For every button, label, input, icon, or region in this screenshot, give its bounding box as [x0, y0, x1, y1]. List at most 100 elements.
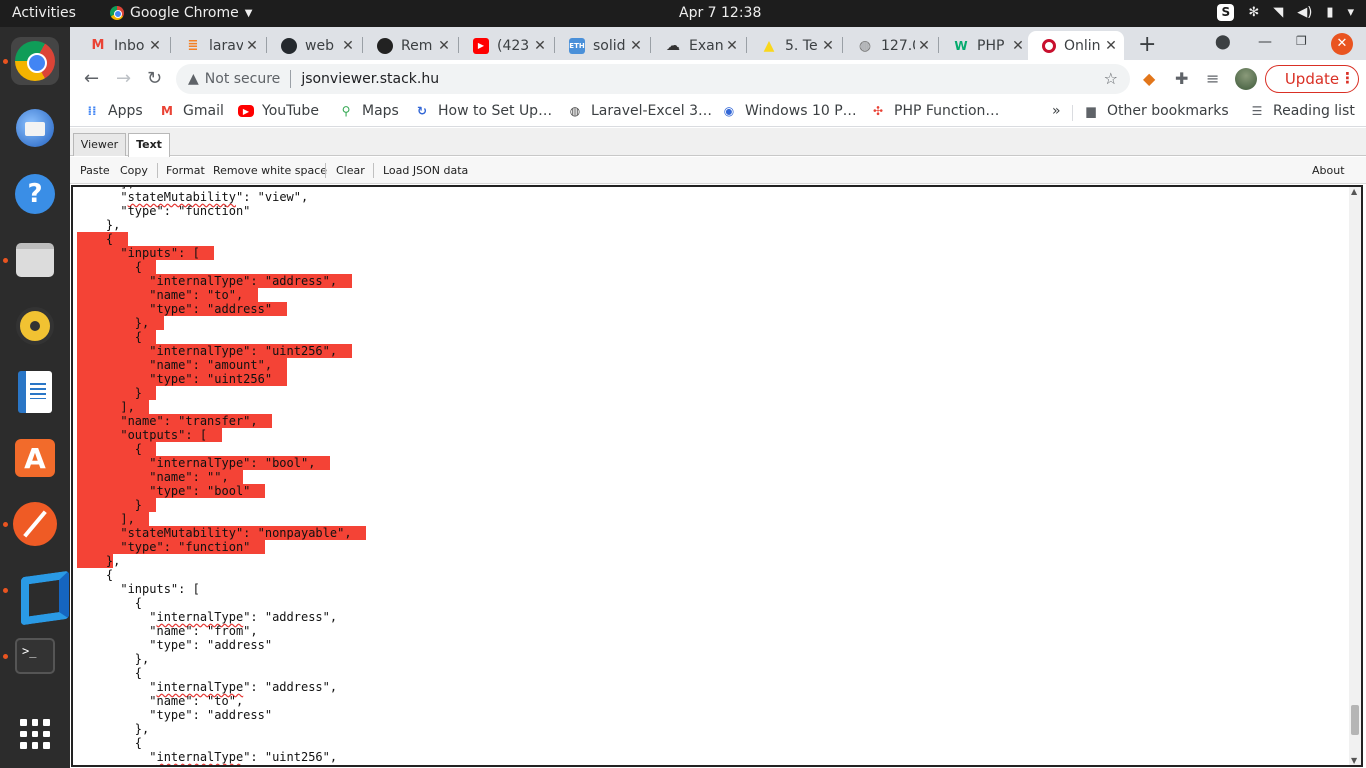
tab-php[interactable]: W PHP ✕	[939, 31, 1031, 60]
youtube-icon: ▶	[238, 105, 254, 117]
media-controls-icon[interactable]: ≡	[1206, 69, 1219, 88]
tab-text[interactable]: Text	[128, 133, 170, 157]
dock-thunderbird[interactable]	[11, 104, 59, 152]
reload-button[interactable]: ↻	[147, 68, 162, 89]
close-tab-icon[interactable]: ✕	[435, 38, 453, 54]
bookmark-label: Maps	[362, 103, 399, 119]
format-button[interactable]: Format	[166, 164, 205, 177]
dock-software[interactable]: A	[11, 434, 59, 482]
extensions-icon[interactable]: ✚	[1175, 69, 1188, 88]
tab-title: Inbo	[114, 37, 145, 54]
close-tab-icon[interactable]: ✕	[627, 38, 645, 54]
close-tab-icon[interactable]: ✕	[339, 38, 357, 54]
address-bar[interactable]: ▲ Not secure jsonviewer.stack.hu ☆	[176, 64, 1130, 94]
tab-solidity[interactable]: ETH solid ✕	[555, 31, 649, 60]
scrollbar-thumb[interactable]	[1351, 705, 1359, 735]
bookmarks-bar: ⁞⁞ Apps M Gmail ▶ YouTube ⚲ Maps ↻ How t…	[70, 98, 1366, 127]
network-icon[interactable]: ✻	[1248, 5, 1259, 20]
tab-viewer[interactable]: Viewer	[73, 133, 126, 156]
code-line: "name": "to",	[77, 694, 366, 708]
code-line: "internalType": "uint256",	[77, 344, 366, 358]
more-bookmarks-icon[interactable]: »	[1052, 103, 1061, 119]
tab-title: solid	[593, 37, 626, 54]
restore-button[interactable]: ❐	[1296, 34, 1307, 48]
app-menu[interactable]: Google Chrome ▼	[110, 5, 252, 21]
metamask-icon[interactable]: ◆	[1143, 69, 1155, 88]
dock-vscode[interactable]	[11, 566, 59, 614]
browser-toolbar: ← → ↻ ▲ Not secure jsonviewer.stack.hu ☆…	[70, 60, 1366, 98]
menu-icon[interactable]: ⋮	[1340, 69, 1355, 87]
bookmark-php-function[interactable]: ✣ PHP Function…	[870, 103, 999, 119]
close-tab-icon[interactable]: ✕	[915, 38, 933, 54]
json-code: ], "stateMutability": "view", "type": "f…	[77, 187, 366, 764]
close-tab-icon[interactable]: ✕	[819, 38, 837, 54]
dock-rhythmbox[interactable]	[11, 302, 59, 350]
warning-icon[interactable]: ▲	[188, 71, 199, 87]
bookmark-label: Gmail	[183, 103, 224, 119]
skype-icon[interactable]: S	[1217, 4, 1235, 21]
tab-example[interactable]: ☁ Exan ✕	[651, 31, 745, 60]
dock-files[interactable]	[11, 236, 59, 284]
dock-help[interactable]: ?	[11, 170, 59, 218]
tab-gmail[interactable]: M Inbo ✕	[76, 31, 168, 60]
volume-icon[interactable]: ◀)	[1297, 5, 1312, 20]
close-tab-icon[interactable]: ✕	[723, 38, 741, 54]
about-link[interactable]: About	[1312, 164, 1345, 177]
clear-button[interactable]: Clear	[336, 164, 365, 177]
bookmark-star-icon[interactable]: ☆	[1104, 69, 1118, 88]
remove-white-space-button[interactable]: Remove white space	[213, 164, 327, 177]
bookmark-laravel-excel[interactable]: ◍ Laravel-Excel 3…	[567, 103, 712, 119]
forward-button[interactable]: →	[116, 68, 131, 89]
tab-web[interactable]: web ✕	[267, 31, 361, 60]
tab-remix[interactable]: Rem ✕	[363, 31, 457, 60]
reading-list[interactable]: ☰ Reading list	[1249, 103, 1355, 119]
close-tab-icon[interactable]: ✕	[243, 38, 261, 54]
bookmark-maps[interactable]: ⚲ Maps	[338, 103, 399, 119]
profile-avatar[interactable]	[1235, 68, 1257, 90]
close-window-button[interactable]: ✕	[1331, 33, 1353, 55]
scrollbar[interactable]: ▲ ▼	[1349, 187, 1361, 765]
wifi-icon[interactable]: ◥	[1273, 5, 1283, 20]
bookmark-how-to-set-up[interactable]: ↻ How to Set Up…	[414, 103, 552, 119]
minimize-button[interactable]: —	[1258, 34, 1272, 50]
dock-postman[interactable]	[11, 500, 59, 548]
bookmark-apps[interactable]: ⁞⁞ Apps	[84, 103, 142, 119]
bookmark-gmail[interactable]: M Gmail	[159, 103, 224, 119]
bookmark-windows-10[interactable]: ◉ Windows 10 P…	[721, 103, 857, 119]
back-button[interactable]: ←	[84, 68, 99, 89]
dock-terminal[interactable]: >_	[11, 632, 59, 680]
load-json-data-button[interactable]: Load JSON data	[383, 164, 468, 177]
system-tray[interactable]: S ✻ ◥ ◀) ▮ ▾	[1217, 4, 1354, 21]
new-tab-button[interactable]: +	[1138, 32, 1156, 57]
code-line-text: },	[134, 652, 150, 666]
json-text-area[interactable]: ], "stateMutability": "view", "type": "f…	[71, 185, 1363, 767]
copy-button[interactable]: Copy	[120, 164, 148, 177]
tab-5te[interactable]: ▲ 5. Te ✕	[747, 31, 841, 60]
power-menu-icon[interactable]: ▾	[1347, 5, 1354, 20]
close-tab-icon[interactable]: ✕	[531, 38, 549, 54]
close-tab-icon[interactable]: ✕	[1009, 38, 1027, 54]
show-applications-button[interactable]	[11, 710, 59, 758]
activities-button[interactable]: Activities	[12, 5, 76, 21]
tab-localhost[interactable]: ◍ 127.0 ✕	[843, 31, 937, 60]
other-bookmarks[interactable]: ▆ Other bookmarks	[1083, 103, 1228, 119]
close-tab-icon[interactable]: ✕	[146, 38, 164, 54]
clock[interactable]: Apr 7 12:38	[679, 5, 761, 21]
refresh-blue-icon: ↻	[416, 104, 428, 118]
security-label[interactable]: Not secure	[205, 71, 281, 87]
url-text[interactable]: jsonviewer.stack.hu	[301, 71, 439, 87]
paste-button[interactable]: Paste	[80, 164, 110, 177]
dock-writer[interactable]	[11, 368, 59, 416]
tab-youtube[interactable]: ▶ (423 ✕	[459, 31, 553, 60]
github-icon	[281, 37, 297, 54]
tab-laravel[interactable]: ≣ larav ✕	[171, 31, 265, 60]
dock-chrome[interactable]	[11, 37, 59, 85]
caret-down-icon: ▼	[244, 7, 253, 19]
bookmark-youtube[interactable]: ▶ YouTube	[238, 103, 319, 119]
tab-search-icon[interactable]: ⬤	[1215, 34, 1231, 50]
close-tab-icon[interactable]: ✕	[1102, 38, 1120, 54]
scroll-up-icon[interactable]: ▲	[1351, 187, 1357, 196]
tab-online-json-viewer[interactable]: Onlin ✕	[1028, 31, 1124, 60]
battery-icon[interactable]: ▮	[1326, 5, 1333, 20]
scroll-down-icon[interactable]: ▼	[1351, 756, 1357, 765]
